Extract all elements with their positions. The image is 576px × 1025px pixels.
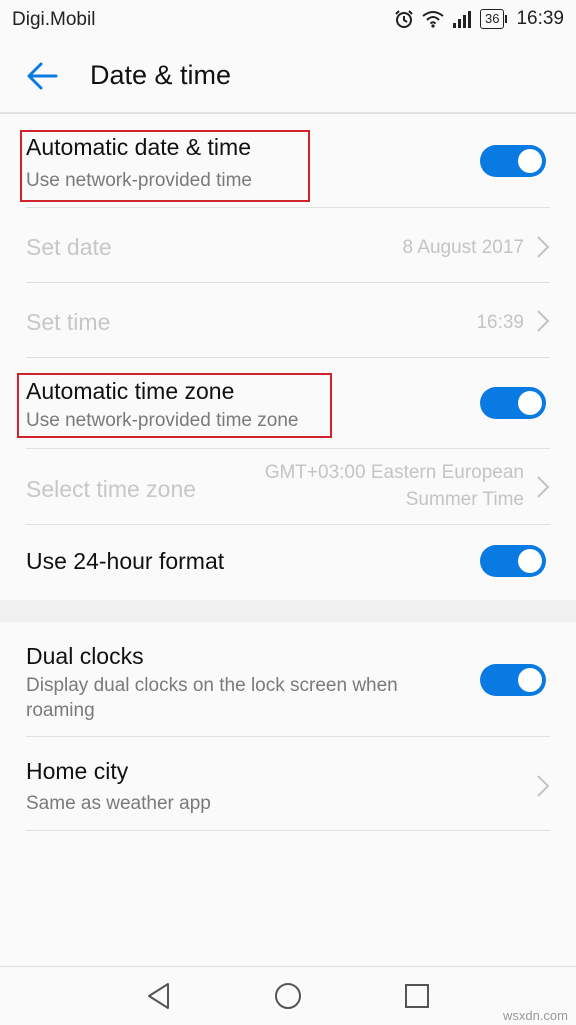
select-timezone-title: Select time zone bbox=[26, 476, 197, 502]
alarm-icon bbox=[395, 10, 413, 28]
highlight-box bbox=[17, 373, 332, 438]
chevron-right-icon bbox=[537, 310, 550, 332]
divider bbox=[26, 830, 550, 831]
toggle-knob bbox=[518, 549, 542, 573]
square-recents-icon[interactable] bbox=[402, 981, 432, 1011]
auto-timezone-toggle[interactable] bbox=[480, 387, 546, 419]
action-bar: Date & time bbox=[0, 40, 576, 114]
setting-dual-clocks[interactable]: Dual clocks Display dual clocks on the l… bbox=[0, 622, 576, 737]
set-time-title: Set time bbox=[26, 309, 111, 335]
set-date-title: Set date bbox=[26, 234, 112, 260]
toggle-knob bbox=[518, 668, 542, 692]
dual-clocks-toggle[interactable] bbox=[480, 664, 546, 696]
toggle-knob bbox=[518, 149, 542, 173]
timezone-value-line2: Summer Time bbox=[405, 489, 524, 510]
section-divider bbox=[0, 600, 576, 622]
chevron-right-icon bbox=[537, 775, 550, 797]
arrow-left-icon[interactable] bbox=[22, 56, 62, 96]
carrier-name: Digi.Mobil bbox=[12, 9, 96, 30]
chevron-right-icon bbox=[537, 476, 550, 498]
setting-set-date[interactable]: Set date 8 August 2017 bbox=[0, 208, 576, 283]
set-time-value: 16:39 bbox=[476, 312, 524, 333]
setting-home-city[interactable]: Home city Same as weather app bbox=[0, 737, 576, 831]
set-date-value: 8 August 2017 bbox=[402, 237, 525, 258]
page-title: Date & time bbox=[90, 60, 232, 90]
dual-clocks-title: Dual clocks bbox=[26, 643, 144, 669]
format-24h-toggle[interactable] bbox=[480, 545, 546, 577]
watermark: wsxdn.com bbox=[502, 1008, 568, 1023]
navigation-bar: wsxdn.com bbox=[0, 966, 576, 1025]
home-city-subtitle: Same as weather app bbox=[26, 793, 211, 814]
setting-select-timezone[interactable]: Select time zone GMT+03:00 Eastern Europ… bbox=[0, 449, 576, 525]
highlight-box bbox=[20, 130, 310, 202]
status-icons: 36 16:39 bbox=[394, 8, 564, 30]
format-24h-title: Use 24-hour format bbox=[26, 548, 225, 574]
circle-home-icon[interactable] bbox=[273, 981, 303, 1011]
wifi-icon bbox=[422, 11, 444, 28]
status-bar: Digi.Mobil 36 16:39 bbox=[0, 0, 576, 40]
dual-clocks-subtitle-line1: Display dual clocks on the lock screen w… bbox=[26, 675, 398, 696]
setting-24-hour-format[interactable]: Use 24-hour format bbox=[0, 525, 576, 600]
dual-clocks-subtitle-line2: roaming bbox=[26, 700, 95, 721]
auto-datetime-toggle[interactable] bbox=[480, 145, 546, 177]
battery-icon: 36 bbox=[479, 9, 508, 29]
status-time: 16:39 bbox=[516, 8, 564, 29]
chevron-right-icon bbox=[537, 236, 550, 258]
timezone-value-line1: GMT+03:00 Eastern European bbox=[264, 462, 524, 483]
toggle-knob bbox=[518, 391, 542, 415]
signal-icon bbox=[452, 11, 471, 28]
home-city-title: Home city bbox=[26, 758, 129, 784]
triangle-back-icon[interactable] bbox=[144, 981, 174, 1011]
setting-set-time[interactable]: Set time 16:39 bbox=[0, 283, 576, 358]
